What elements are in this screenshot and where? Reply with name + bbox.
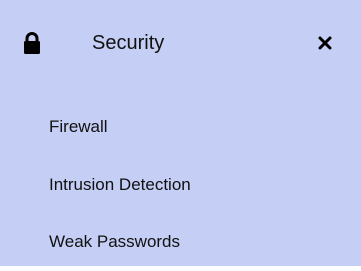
menu-item-label: Intrusion Detection (49, 175, 191, 194)
menu-item-label: Firewall (49, 117, 108, 136)
menu-item-label: Weak Passwords (49, 232, 181, 251)
panel-title: Security (92, 32, 165, 54)
menu-item-intrusion-detection[interactable]: Intrusion Detection (0, 157, 361, 214)
panel-header: Security (0, 0, 361, 84)
menu-item-firewall[interactable]: Firewall (0, 100, 361, 157)
lock-icon (22, 31, 42, 55)
close-icon (313, 31, 337, 55)
security-menu: Firewall Intrusion Detection Weak Passwo… (0, 100, 361, 271)
security-panel: Security Firewall Intrusion Detection We… (0, 0, 361, 266)
close-button[interactable] (313, 31, 337, 55)
menu-item-weak-passwords[interactable]: Weak Passwords (0, 214, 361, 271)
